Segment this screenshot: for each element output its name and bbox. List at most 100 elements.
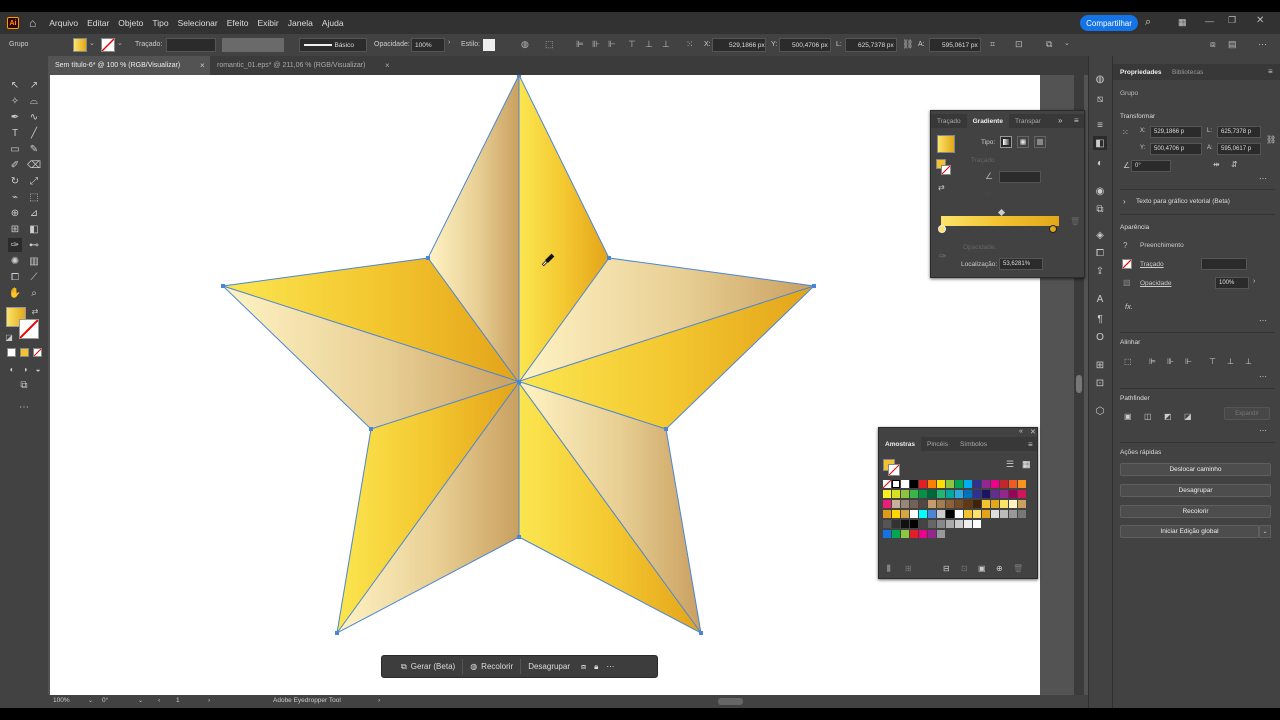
character-panel-icon[interactable]: A (1093, 292, 1107, 306)
align-bottom-icon[interactable]: ⊥ (1245, 357, 1252, 366)
draw-behind-icon[interactable]: ◑ (18, 362, 32, 376)
arrange-icon[interactable]: ⧈ (1210, 39, 1216, 50)
color-swatch[interactable] (901, 530, 909, 538)
transform-panel-icon[interactable]: ⊡ (1093, 376, 1107, 390)
recolor-button[interactable]: Recolorir (1120, 505, 1271, 518)
align-right-icon[interactable]: ⊩ (608, 39, 616, 50)
color-swatch[interactable] (964, 520, 972, 528)
gradient-angle-field[interactable] (999, 171, 1041, 183)
align-left-icon[interactable]: ⊫ (1149, 357, 1156, 366)
graphic-styles-icon[interactable]: ⧉ (1093, 202, 1107, 216)
global-edit-button[interactable]: Iniciar Edição global (1120, 525, 1259, 538)
color-swatch[interactable] (982, 500, 990, 508)
tab-symbols[interactable]: Símbolos (954, 437, 993, 451)
color-swatch[interactable] (919, 520, 927, 528)
tab-gradient[interactable]: Gradiente (966, 114, 1009, 128)
color-swatch[interactable] (883, 510, 891, 518)
shape-builder-icon[interactable]: ⧉ (1046, 39, 1052, 50)
expand-button[interactable]: Expandir (1224, 407, 1270, 420)
delete-stop-icon[interactable]: 🗑︎ (1070, 217, 1080, 226)
chevron-down-icon[interactable]: ⌄ (138, 697, 143, 704)
rotate-field[interactable]: 0° (1131, 160, 1171, 172)
chevron-down-icon[interactable]: ⌄ (88, 697, 93, 704)
color-swatch[interactable] (964, 490, 972, 498)
paintbrush-tool-icon[interactable]: ✎ (27, 142, 41, 156)
transparency-panel-icon[interactable]: ◐ (1093, 156, 1107, 170)
menu-ajuda[interactable]: Ajuda (322, 18, 344, 28)
color-swatch[interactable] (937, 490, 945, 498)
panel-menu-icon[interactable]: ≡ (1268, 67, 1273, 76)
align-top-icon[interactable]: ⊤ (1209, 357, 1216, 366)
zoom-level[interactable]: 100% (53, 697, 70, 704)
color-swatch[interactable] (892, 490, 900, 498)
radial-gradient-button[interactable] (1017, 136, 1029, 148)
color-swatch[interactable] (1009, 480, 1017, 488)
shaper-tool-icon[interactable]: ✐ (8, 158, 22, 172)
swap-colors-icon[interactable]: ⇄ (28, 304, 42, 318)
color-swatch[interactable] (919, 490, 927, 498)
isolate-icon[interactable]: ⊡ (1015, 39, 1023, 50)
chevron-down-icon[interactable]: ⌄ (89, 39, 95, 47)
color-swatch[interactable] (946, 520, 954, 528)
fill-swatch[interactable] (73, 38, 87, 52)
draw-mode-icon[interactable]: ◐ (5, 362, 19, 376)
symbol-sprayer-tool-icon[interactable]: ✺ (8, 254, 22, 268)
scale-tool-icon[interactable]: ⤢ (27, 174, 41, 188)
search-icon[interactable]: ⌕ (1145, 16, 1151, 29)
panel-menu-icon[interactable]: ≡ (1028, 440, 1033, 449)
color-swatch[interactable] (991, 510, 999, 518)
eyedropper-tool-icon[interactable]: ✑ (8, 238, 22, 252)
color-swatch[interactable] (937, 500, 945, 508)
current-stroke-swatch[interactable] (888, 464, 900, 476)
align-top-icon[interactable]: ⊤ (628, 39, 636, 50)
color-swatch[interactable] (919, 510, 927, 518)
y-field[interactable]: 500,4706 p (1150, 143, 1202, 155)
color-swatch[interactable] (1018, 480, 1026, 488)
color-swatch[interactable] (946, 510, 954, 518)
align-center-icon[interactable]: ⊪ (592, 39, 600, 50)
type-tool-icon[interactable]: T (8, 126, 22, 140)
color-swatch[interactable] (1018, 510, 1026, 518)
color-swatch[interactable] (928, 500, 936, 508)
panel-menu-icon[interactable]: ≡ (1074, 116, 1079, 125)
tab-swatches[interactable]: Amostras (879, 437, 921, 451)
color-swatch[interactable] (901, 480, 909, 488)
share-button[interactable]: Compartilhar (1080, 15, 1138, 31)
align-left-icon[interactable]: ⊫ (576, 39, 584, 50)
color-swatch[interactable] (910, 500, 918, 508)
warp-tool-icon[interactable]: ⌁ (8, 190, 22, 204)
curvature-tool-icon[interactable]: ∿ (27, 110, 41, 124)
align-right-icon[interactable]: ⊩ (1185, 357, 1192, 366)
width-field[interactable]: 625,7378 p (1217, 126, 1261, 138)
align-center-icon[interactable]: ⊪ (1167, 357, 1174, 366)
menu-tipo[interactable]: Tipo (152, 18, 168, 28)
minus-front-icon[interactable]: ◫ (1144, 412, 1152, 421)
chevron-right-icon[interactable]: › (1253, 278, 1255, 285)
rotate-tool-icon[interactable]: ↻ (8, 174, 22, 188)
color-swatch[interactable] (955, 520, 963, 528)
none-mode-icon[interactable] (33, 348, 42, 357)
y-field[interactable]: 500,4706 px (779, 38, 831, 52)
constrain-proportions-icon[interactable]: ⛓ (1266, 135, 1276, 144)
color-swatch[interactable] (928, 480, 936, 488)
scroll-thumb[interactable] (1076, 375, 1082, 393)
variable-width-profile[interactable] (222, 38, 284, 52)
color-swatch[interactable] (955, 480, 963, 488)
color-swatch[interactable] (973, 520, 981, 528)
color-mode-icon[interactable] (7, 348, 16, 357)
chevron-down-icon[interactable]: ⌄ (1064, 39, 1070, 47)
reverse-gradient-icon[interactable]: ⇄ (938, 183, 945, 192)
width-field[interactable]: 625,7378 px (845, 38, 897, 52)
default-colors-icon[interactable]: ◪ (2, 330, 16, 344)
flip-vertical-icon[interactable]: ⇵ (1231, 160, 1238, 169)
color-swatch[interactable] (883, 490, 891, 498)
x-field[interactable]: 529,1866 p (1150, 126, 1202, 138)
unite-icon[interactable]: ▣ (1124, 412, 1132, 421)
more-icon[interactable]: ⋯ (1258, 39, 1267, 50)
color-swatch[interactable] (892, 480, 900, 488)
color-swatch[interactable] (928, 490, 936, 498)
color-swatch[interactable] (892, 520, 900, 528)
align-panel-icon[interactable]: ⊞ (1093, 358, 1107, 372)
reference-point-icon[interactable]: ⁙ (1122, 128, 1129, 137)
color-swatch[interactable] (982, 480, 990, 488)
